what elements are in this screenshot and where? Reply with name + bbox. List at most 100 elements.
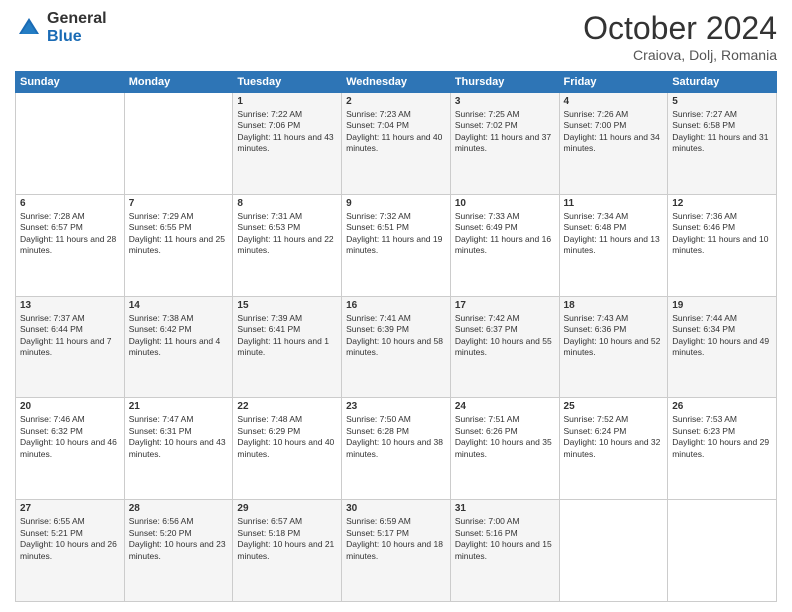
- col-thursday: Thursday: [450, 72, 559, 93]
- calendar-cell: 28Sunrise: 6:56 AM Sunset: 5:20 PM Dayli…: [124, 500, 233, 602]
- month-title: October 2024: [583, 10, 777, 47]
- day-number: 26: [672, 401, 772, 412]
- cell-info: Sunrise: 6:56 AM Sunset: 5:20 PM Dayligh…: [129, 516, 229, 562]
- calendar-cell: [559, 500, 668, 602]
- day-number: 24: [455, 401, 555, 412]
- cell-info: Sunrise: 7:48 AM Sunset: 6:29 PM Dayligh…: [237, 414, 337, 460]
- day-number: 8: [237, 198, 337, 209]
- calendar-cell: 1Sunrise: 7:22 AM Sunset: 7:06 PM Daylig…: [233, 93, 342, 195]
- calendar-cell: [668, 500, 777, 602]
- calendar-cell: 4Sunrise: 7:26 AM Sunset: 7:00 PM Daylig…: [559, 93, 668, 195]
- cell-info: Sunrise: 7:27 AM Sunset: 6:58 PM Dayligh…: [672, 109, 772, 155]
- day-number: 16: [346, 300, 446, 311]
- calendar-cell: 13 Sunrise: 7:37 AM Sunset: 6:44 PM Dayli…: [16, 296, 125, 398]
- col-saturday: Saturday: [668, 72, 777, 93]
- day-number: 1: [237, 96, 337, 107]
- logo-general-text: General: [47, 10, 107, 28]
- day-number: 9: [346, 198, 446, 209]
- day-number: 13: [20, 300, 120, 311]
- col-monday: Monday: [124, 72, 233, 93]
- cell-info: Sunrise: 7:29 AM Sunset: 6:55 PM Dayligh…: [129, 211, 229, 257]
- day-number: 2: [346, 96, 446, 107]
- cell-info: Sunrise: 7:41 AM Sunset: 6:39 PM Dayligh…: [346, 313, 446, 359]
- calendar-cell: 5 Sunrise: 7:27 AM Sunset: 6:58 PM Daylig…: [668, 93, 777, 195]
- calendar-cell: 6 Sunrise: 7:28 AM Sunset: 6:57 PM Daylig…: [16, 194, 125, 296]
- cell-info: Sunrise: 7:39 AM Sunset: 6:41 PM Dayligh…: [237, 313, 337, 359]
- cell-info: Sunrise: 7:37 AM Sunset: 6:44 PM Dayligh…: [20, 313, 120, 359]
- calendar: Sunday Monday Tuesday Wednesday Thursday…: [15, 71, 777, 602]
- cell-info: Sunrise: 7:36 AM Sunset: 6:46 PM Dayligh…: [672, 211, 772, 257]
- day-number: 11: [564, 198, 664, 209]
- cell-info: Sunrise: 7:33 AM Sunset: 6:49 PM Dayligh…: [455, 211, 555, 257]
- cell-info: Sunrise: 7:31 AM Sunset: 6:53 PM Dayligh…: [237, 211, 337, 257]
- calendar-cell: 24Sunrise: 7:51 AM Sunset: 6:26 PM Dayli…: [450, 398, 559, 500]
- cell-info: Sunrise: 7:47 AM Sunset: 6:31 PM Dayligh…: [129, 414, 229, 460]
- calendar-cell: [124, 93, 233, 195]
- col-sunday: Sunday: [16, 72, 125, 93]
- cell-info: Sunrise: 7:25 AM Sunset: 7:02 PM Dayligh…: [455, 109, 555, 155]
- header-row: Sunday Monday Tuesday Wednesday Thursday…: [16, 72, 777, 93]
- day-number: 14: [129, 300, 229, 311]
- calendar-cell: 20 Sunrise: 7:46 AM Sunset: 6:32 PM Dayli…: [16, 398, 125, 500]
- location: Craiova, Dolj, Romania: [583, 47, 777, 63]
- calendar-cell: 8 Sunrise: 7:31 AM Sunset: 6:53 PM Daylig…: [233, 194, 342, 296]
- calendar-cell: 16 Sunrise: 7:41 AM Sunset: 6:39 PM Dayli…: [342, 296, 451, 398]
- day-number: 18: [564, 300, 664, 311]
- col-friday: Friday: [559, 72, 668, 93]
- day-number: 19: [672, 300, 772, 311]
- cell-info: Sunrise: 7:00 AM Sunset: 5:16 PM Dayligh…: [455, 516, 555, 562]
- calendar-cell: 14 Sunrise: 7:38 AM Sunset: 6:42 PM Dayli…: [124, 296, 233, 398]
- cell-info: Sunrise: 7:53 AM Sunset: 6:23 PM Dayligh…: [672, 414, 772, 460]
- calendar-cell: 26 Sunrise: 7:53 AM Sunset: 6:23 PM Dayli…: [668, 398, 777, 500]
- day-number: 7: [129, 198, 229, 209]
- day-number: 23: [346, 401, 446, 412]
- calendar-cell: 7 Sunrise: 7:29 AM Sunset: 6:55 PM Daylig…: [124, 194, 233, 296]
- calendar-table: Sunday Monday Tuesday Wednesday Thursday…: [15, 71, 777, 602]
- cell-info: Sunrise: 7:26 AM Sunset: 7:00 PM Dayligh…: [564, 109, 664, 155]
- page: General Blue October 2024 Craiova, Dolj,…: [0, 0, 792, 612]
- cell-info: Sunrise: 6:55 AM Sunset: 5:21 PM Dayligh…: [20, 516, 120, 562]
- day-number: 5: [672, 96, 772, 107]
- cell-info: Sunrise: 6:59 AM Sunset: 5:17 PM Dayligh…: [346, 516, 446, 562]
- day-number: 29: [237, 503, 337, 514]
- calendar-week-3: 13 Sunrise: 7:37 AM Sunset: 6:44 PM Dayli…: [16, 296, 777, 398]
- day-number: 22: [237, 401, 337, 412]
- logo-blue-text: Blue: [47, 28, 107, 46]
- day-number: 25: [564, 401, 664, 412]
- day-number: 6: [20, 198, 120, 209]
- calendar-cell: 23 Sunrise: 7:50 AM Sunset: 6:28 PM Dayli…: [342, 398, 451, 500]
- day-number: 17: [455, 300, 555, 311]
- calendar-cell: 29Sunrise: 6:57 AM Sunset: 5:18 PM Dayli…: [233, 500, 342, 602]
- cell-info: Sunrise: 7:32 AM Sunset: 6:51 PM Dayligh…: [346, 211, 446, 257]
- calendar-cell: 15Sunrise: 7:39 AM Sunset: 6:41 PM Dayli…: [233, 296, 342, 398]
- calendar-cell: 9 Sunrise: 7:32 AM Sunset: 6:51 PM Daylig…: [342, 194, 451, 296]
- cell-info: Sunrise: 7:44 AM Sunset: 6:34 PM Dayligh…: [672, 313, 772, 359]
- day-number: 3: [455, 96, 555, 107]
- calendar-week-1: 1Sunrise: 7:22 AM Sunset: 7:06 PM Daylig…: [16, 93, 777, 195]
- col-tuesday: Tuesday: [233, 72, 342, 93]
- calendar-cell: 19 Sunrise: 7:44 AM Sunset: 6:34 PM Dayli…: [668, 296, 777, 398]
- cell-info: Sunrise: 7:43 AM Sunset: 6:36 PM Dayligh…: [564, 313, 664, 359]
- calendar-cell: 27Sunrise: 6:55 AM Sunset: 5:21 PM Dayli…: [16, 500, 125, 602]
- calendar-cell: 21 Sunrise: 7:47 AM Sunset: 6:31 PM Dayli…: [124, 398, 233, 500]
- calendar-cell: 25Sunrise: 7:52 AM Sunset: 6:24 PM Dayli…: [559, 398, 668, 500]
- calendar-body: 1Sunrise: 7:22 AM Sunset: 7:06 PM Daylig…: [16, 93, 777, 602]
- cell-info: Sunrise: 7:38 AM Sunset: 6:42 PM Dayligh…: [129, 313, 229, 359]
- day-number: 10: [455, 198, 555, 209]
- cell-info: Sunrise: 7:46 AM Sunset: 6:32 PM Dayligh…: [20, 414, 120, 460]
- calendar-cell: 17Sunrise: 7:42 AM Sunset: 6:37 PM Dayli…: [450, 296, 559, 398]
- calendar-week-2: 6 Sunrise: 7:28 AM Sunset: 6:57 PM Daylig…: [16, 194, 777, 296]
- calendar-cell: 3 Sunrise: 7:25 AM Sunset: 7:02 PM Daylig…: [450, 93, 559, 195]
- calendar-week-5: 27Sunrise: 6:55 AM Sunset: 5:21 PM Dayli…: [16, 500, 777, 602]
- calendar-cell: [16, 93, 125, 195]
- day-number: 21: [129, 401, 229, 412]
- calendar-week-4: 20 Sunrise: 7:46 AM Sunset: 6:32 PM Dayli…: [16, 398, 777, 500]
- calendar-cell: 22 Sunrise: 7:48 AM Sunset: 6:29 PM Dayli…: [233, 398, 342, 500]
- cell-info: Sunrise: 7:28 AM Sunset: 6:57 PM Dayligh…: [20, 211, 120, 257]
- calendar-cell: 12 Sunrise: 7:36 AM Sunset: 6:46 PM Dayli…: [668, 194, 777, 296]
- cell-info: Sunrise: 7:50 AM Sunset: 6:28 PM Dayligh…: [346, 414, 446, 460]
- day-number: 12: [672, 198, 772, 209]
- day-number: 20: [20, 401, 120, 412]
- calendar-cell: 30Sunrise: 6:59 AM Sunset: 5:17 PM Dayli…: [342, 500, 451, 602]
- calendar-cell: 10 Sunrise: 7:33 AM Sunset: 6:49 PM Dayli…: [450, 194, 559, 296]
